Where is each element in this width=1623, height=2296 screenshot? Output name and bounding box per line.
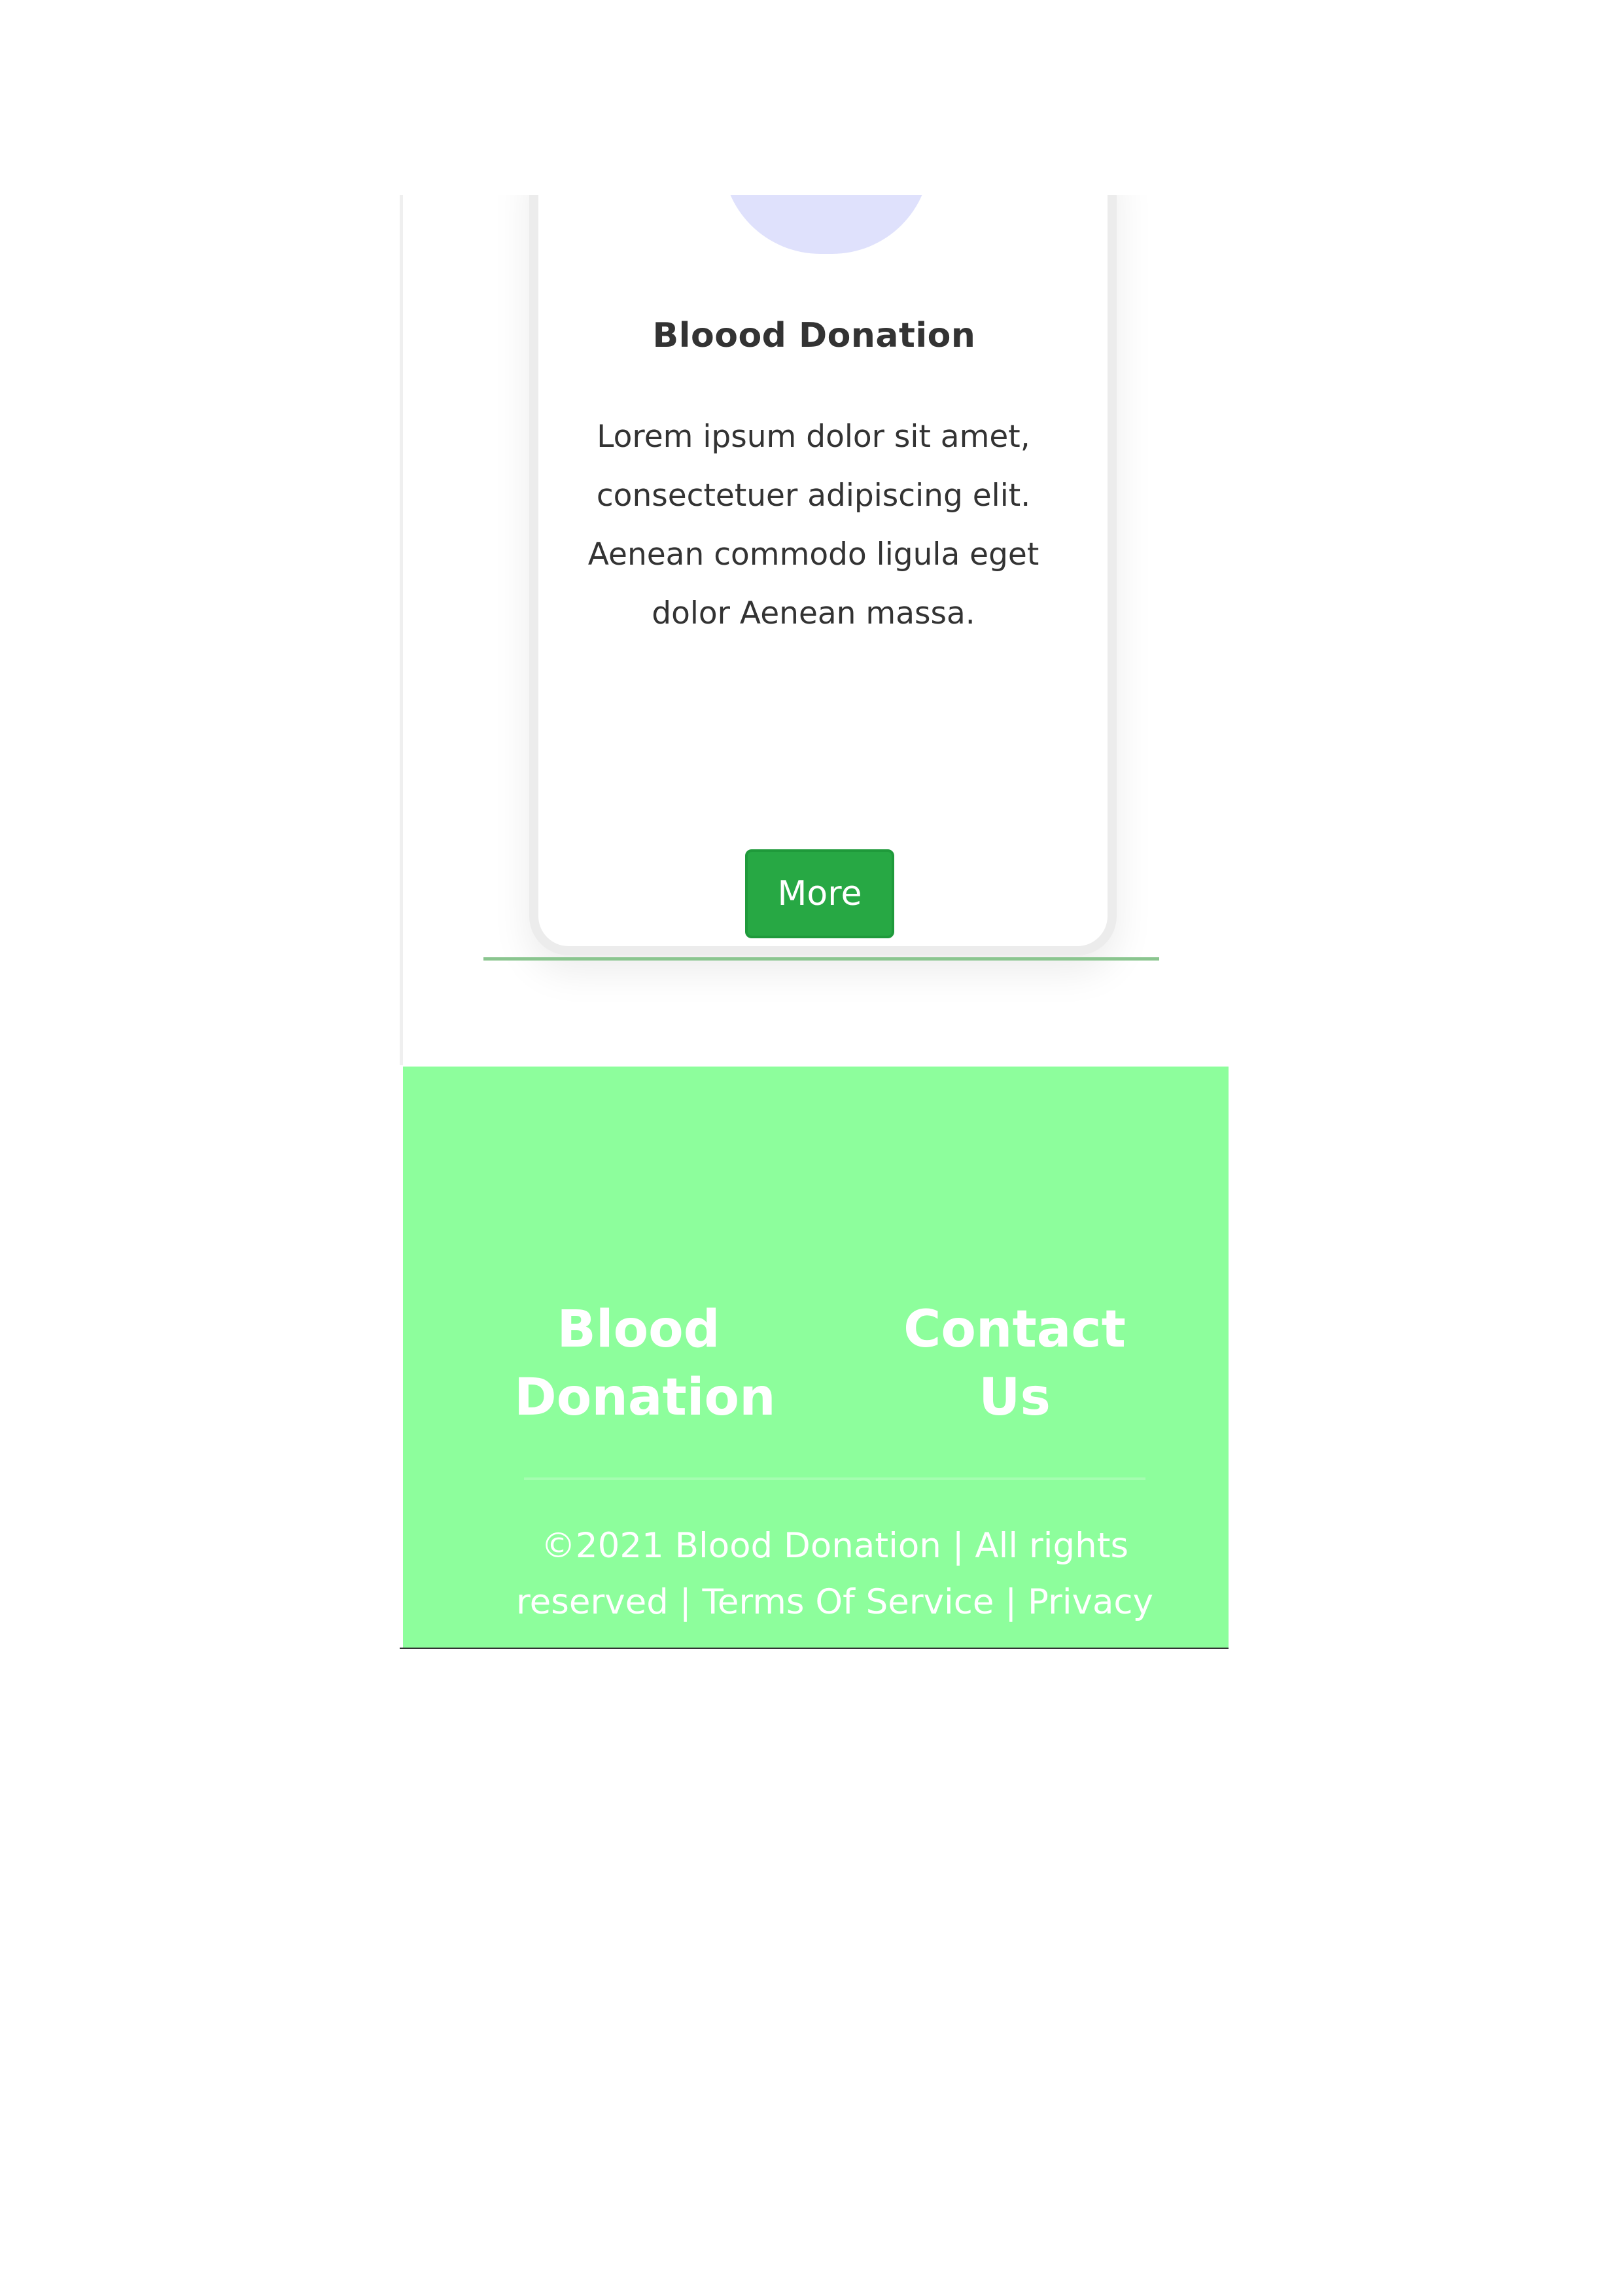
card-title: Bloood Donation [652,316,976,355]
viewport-left-border [400,195,403,1065]
footer-copyright: ©2021 Blood Donation | All rights reserv… [508,1518,1162,1631]
copyright-separator: | [941,1526,975,1566]
page-viewport: Bloood Donation Lorem ipsum dolor sit am… [400,195,1229,1649]
footer: Blood Donation Contact Us ©2021 Blood Do… [403,1067,1229,1648]
privacy-separator: | [994,1582,1028,1622]
copyright-text: ©2021 Blood Donation [540,1526,941,1566]
footer-link-contact-us[interactable]: Contact Us [897,1296,1132,1432]
terms-separator: | [668,1582,703,1622]
footer-divider [524,1477,1145,1480]
card-description: Lorem ipsum dolor sit amet, consectetuer… [587,419,1039,631]
section-divider [483,957,1159,961]
page-bottom-border [400,1648,1229,1649]
privacy-link[interactable]: Privacy [1028,1582,1153,1622]
more-button[interactable]: More [745,849,894,938]
terms-link[interactable]: Terms Of Service [702,1582,994,1622]
footer-link-blood-donation[interactable]: Blood Donation [514,1296,776,1432]
